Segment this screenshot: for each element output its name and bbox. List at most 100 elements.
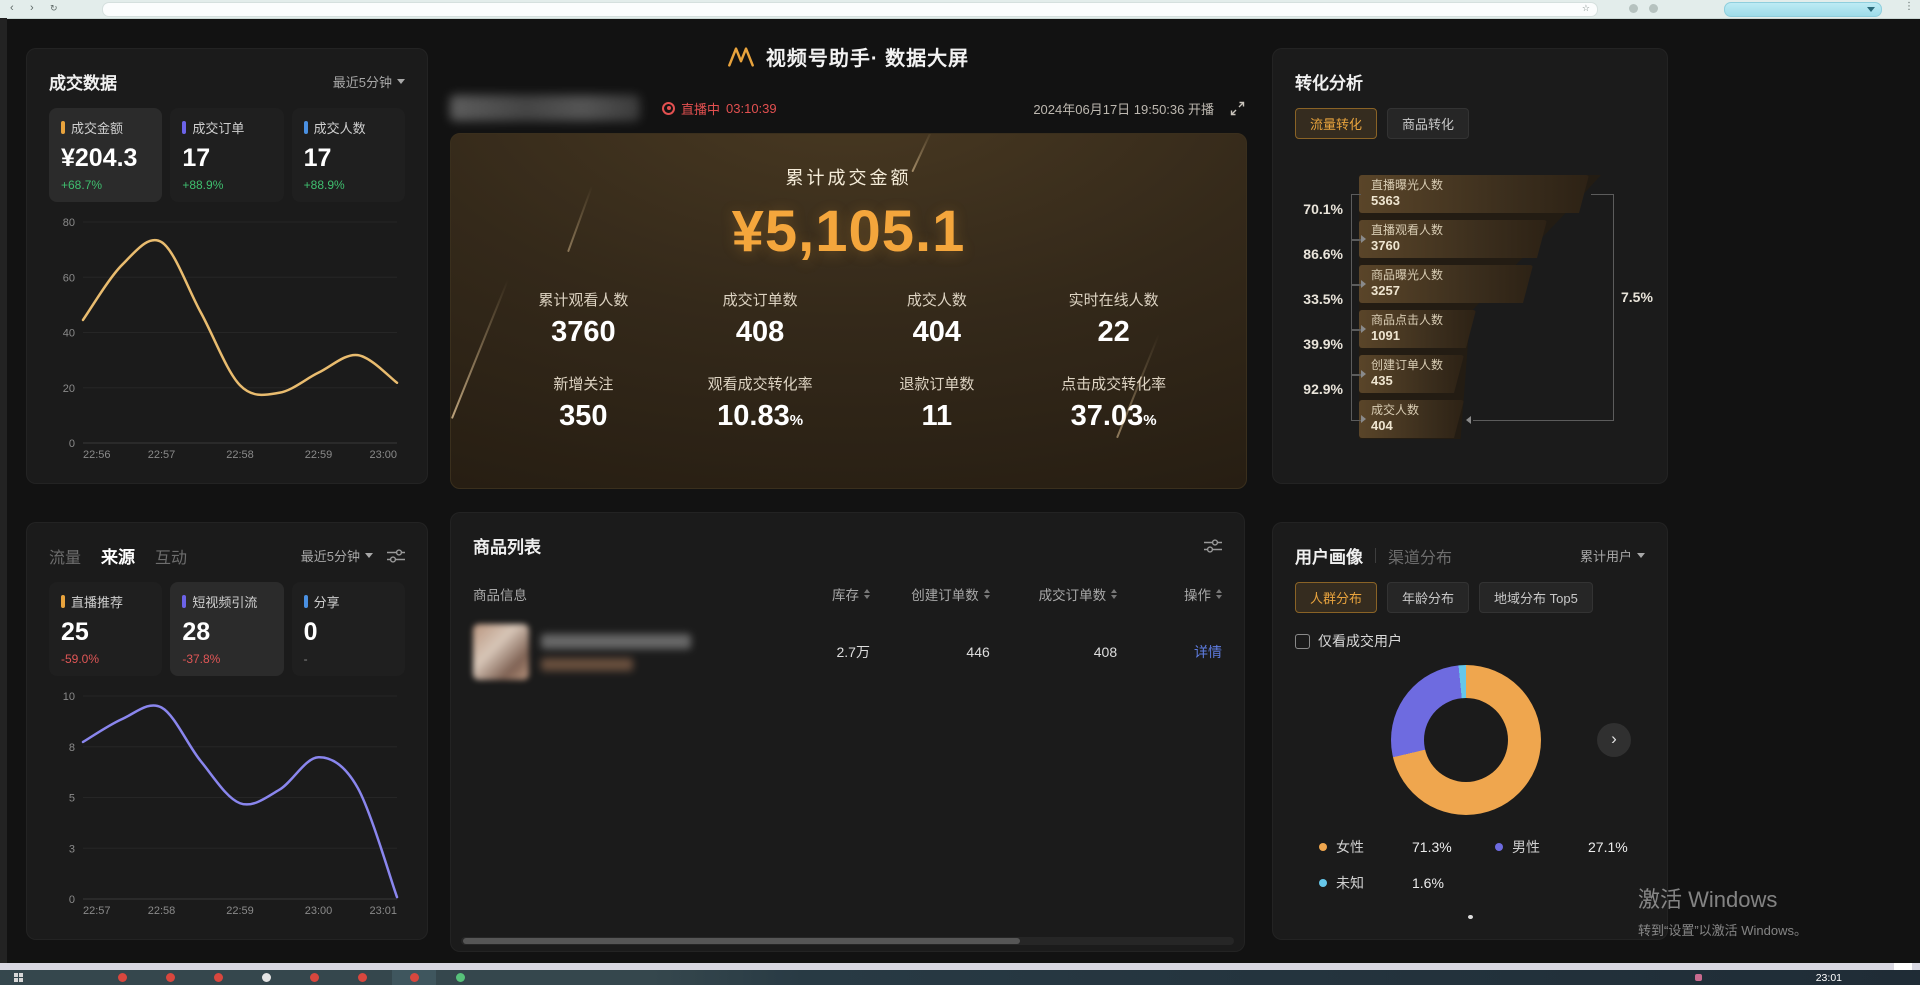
- metric-label: 成交人数: [314, 118, 366, 137]
- source-range-selector[interactable]: 最近5分钟: [301, 546, 373, 565]
- fullscreen-icon[interactable]: [1230, 101, 1245, 116]
- metric-card-buyers[interactable]: 成交人数 17 +88.9%: [292, 108, 405, 202]
- arrow-right-icon: [1361, 325, 1366, 333]
- metric-card-share[interactable]: 分享 0 -: [292, 582, 405, 676]
- funnel-connector: [1351, 329, 1361, 376]
- address-bar[interactable]: [102, 2, 1598, 17]
- hero-gmv-amount: ¥5,105.1: [451, 198, 1246, 265]
- metric-card-gmv[interactable]: 成交金额 ¥204.3 +68.7%: [49, 108, 162, 202]
- taskbar-clock: 23:01: [1816, 972, 1842, 984]
- browser-reload-icon[interactable]: [50, 1, 58, 16]
- svg-text:22:59: 22:59: [305, 449, 333, 461]
- hero-stat: 成交订单数408: [672, 289, 849, 349]
- hero-stats-grid: 累计观看人数3760 成交订单数408 成交人数404 实时在线人数22 新增关…: [495, 289, 1202, 433]
- tab-interaction[interactable]: 互动: [155, 544, 187, 568]
- table-horizontal-scrollbar: [461, 937, 1234, 945]
- conversion-analysis-panel: 转化分析 流量转化 商品转化 直播曝光人数5363 直播观看人数3760 商品曝…: [1272, 48, 1668, 484]
- tab-product-conversion[interactable]: 商品转化: [1387, 108, 1469, 139]
- start-button[interactable]: [14, 973, 23, 982]
- taskbar-app-icon[interactable]: [262, 973, 271, 982]
- live-duration: 03:10:39: [726, 101, 777, 116]
- gmv-hero-card: 累计成交金额 ¥5,105.1 累计观看人数3760 成交订单数408 成交人数…: [450, 133, 1247, 489]
- svg-text:23:01: 23:01: [369, 905, 397, 917]
- account-name-blurred: [450, 95, 640, 121]
- tab-channel-distribution[interactable]: 渠道分布: [1388, 544, 1452, 568]
- taskbar-app-icon[interactable]: [456, 973, 465, 982]
- svg-text:10: 10: [63, 691, 75, 703]
- col-paid-orders-sort[interactable]: 成交订单数: [990, 584, 1117, 604]
- funnel-overall-rate: 7.5%: [1621, 289, 1653, 305]
- bookmark-star-icon[interactable]: [1582, 3, 1590, 14]
- col-product-info: 商品信息: [473, 584, 773, 604]
- filter-sliders-icon[interactable]: [387, 549, 405, 563]
- svg-text:23:00: 23:00: [369, 449, 397, 461]
- metric-delta: -: [304, 652, 393, 666]
- profile-avatar-icon[interactable]: [1649, 4, 1658, 13]
- svg-text:60: 60: [63, 272, 75, 284]
- extension-icon[interactable]: [1629, 4, 1638, 13]
- product-panel-title: 商品列表: [473, 533, 541, 558]
- user-range-selector[interactable]: 累计用户: [1580, 546, 1645, 565]
- browser-horizontal-scrollbar[interactable]: [0, 963, 1920, 970]
- taskbar-app-icon[interactable]: [166, 973, 175, 982]
- browser-back-icon[interactable]: [10, 1, 14, 16]
- taskbar-app-icon[interactable]: [118, 973, 127, 982]
- funnel-overall-bracket: [1613, 194, 1614, 420]
- trade-range-label: 最近5分钟: [333, 72, 392, 91]
- metric-card-short-video[interactable]: 短视频引流 28 -37.8%: [170, 582, 283, 676]
- trade-panel-title: 成交数据: [49, 69, 117, 94]
- tab-traffic-conversion[interactable]: 流量转化: [1295, 108, 1377, 139]
- svg-text:22:59: 22:59: [226, 905, 254, 917]
- browser-forward-icon[interactable]: [30, 1, 34, 16]
- metric-delta: -37.8%: [182, 652, 271, 666]
- chevron-down-icon: [365, 553, 373, 558]
- svg-text:5: 5: [69, 793, 75, 805]
- metric-delta: +68.7%: [61, 178, 150, 192]
- next-page-button[interactable]: [1597, 723, 1631, 757]
- col-action-sort[interactable]: 操作: [1117, 584, 1222, 604]
- taskbar-app-icon[interactable]: [310, 973, 319, 982]
- taskbar-app-icon[interactable]: [358, 973, 367, 982]
- tab-user-profile[interactable]: 用户画像: [1295, 543, 1363, 568]
- metric-card-orders[interactable]: 成交订单 17 +88.9%: [170, 108, 283, 202]
- metric-value: 28: [182, 618, 271, 647]
- paid-users-only-checkbox[interactable]: [1295, 634, 1310, 649]
- funnel-bar: 直播曝光人数5363: [1359, 175, 1589, 213]
- dashboard-header: 视频号助手· 数据大屏: [450, 42, 1245, 71]
- legend-item: 未知1.6%: [1319, 873, 1495, 893]
- trade-range-selector[interactable]: 最近5分钟: [333, 72, 405, 91]
- source-range-label: 最近5分钟: [301, 546, 360, 565]
- col-created-orders-sort[interactable]: 创建订单数: [870, 584, 990, 604]
- detail-link[interactable]: 详情: [1194, 644, 1222, 660]
- scrollbar-thumb[interactable]: [463, 938, 1020, 944]
- windows-activation-watermark: 激活 Windows 转到“设置”以激活 Windows。: [1638, 882, 1807, 939]
- metric-card-live-recommend[interactable]: 直播推荐 25 -59.0%: [49, 582, 162, 676]
- accent-bar: [61, 121, 65, 134]
- funnel-bar: 成交人数404: [1359, 400, 1464, 438]
- taskbar-app-icon[interactable]: [410, 973, 419, 982]
- accent-bar: [304, 121, 308, 134]
- tab-traffic[interactable]: 流量: [49, 544, 81, 568]
- filter-sliders-icon[interactable]: [1204, 539, 1222, 553]
- tab-crowd-distribution[interactable]: 人群分布: [1295, 582, 1377, 613]
- product-table-header: 商品信息 库存 创建订单数 成交订单数 操作: [473, 584, 1222, 604]
- svg-text:0: 0: [69, 438, 75, 450]
- cell-stock: 2.7万: [773, 642, 870, 662]
- col-stock-sort[interactable]: 库存: [773, 584, 870, 604]
- tab-region-distribution[interactable]: 地域分布 Top5: [1479, 582, 1593, 613]
- cell-created-orders: 446: [870, 644, 990, 660]
- tab-age-distribution[interactable]: 年龄分布: [1387, 582, 1469, 613]
- funnel-connector: [1351, 374, 1361, 421]
- product-image-blurred: [473, 624, 529, 680]
- metric-delta: +88.9%: [182, 178, 271, 192]
- browser-menu-icon[interactable]: [1904, 1, 1914, 12]
- taskbar-app-icon[interactable]: [214, 973, 223, 982]
- pagination-dot[interactable]: [1468, 915, 1473, 919]
- funnel-step-rate: 92.9%: [1295, 381, 1343, 397]
- scrollbar-corner: [1894, 963, 1912, 970]
- tab-source[interactable]: 来源: [101, 543, 135, 568]
- sort-arrows-icon: [1216, 589, 1222, 599]
- hero-stat: 实时在线人数22: [1025, 289, 1202, 349]
- browser-action-button[interactable]: [1724, 2, 1882, 17]
- tray-icon[interactable]: [1695, 974, 1702, 981]
